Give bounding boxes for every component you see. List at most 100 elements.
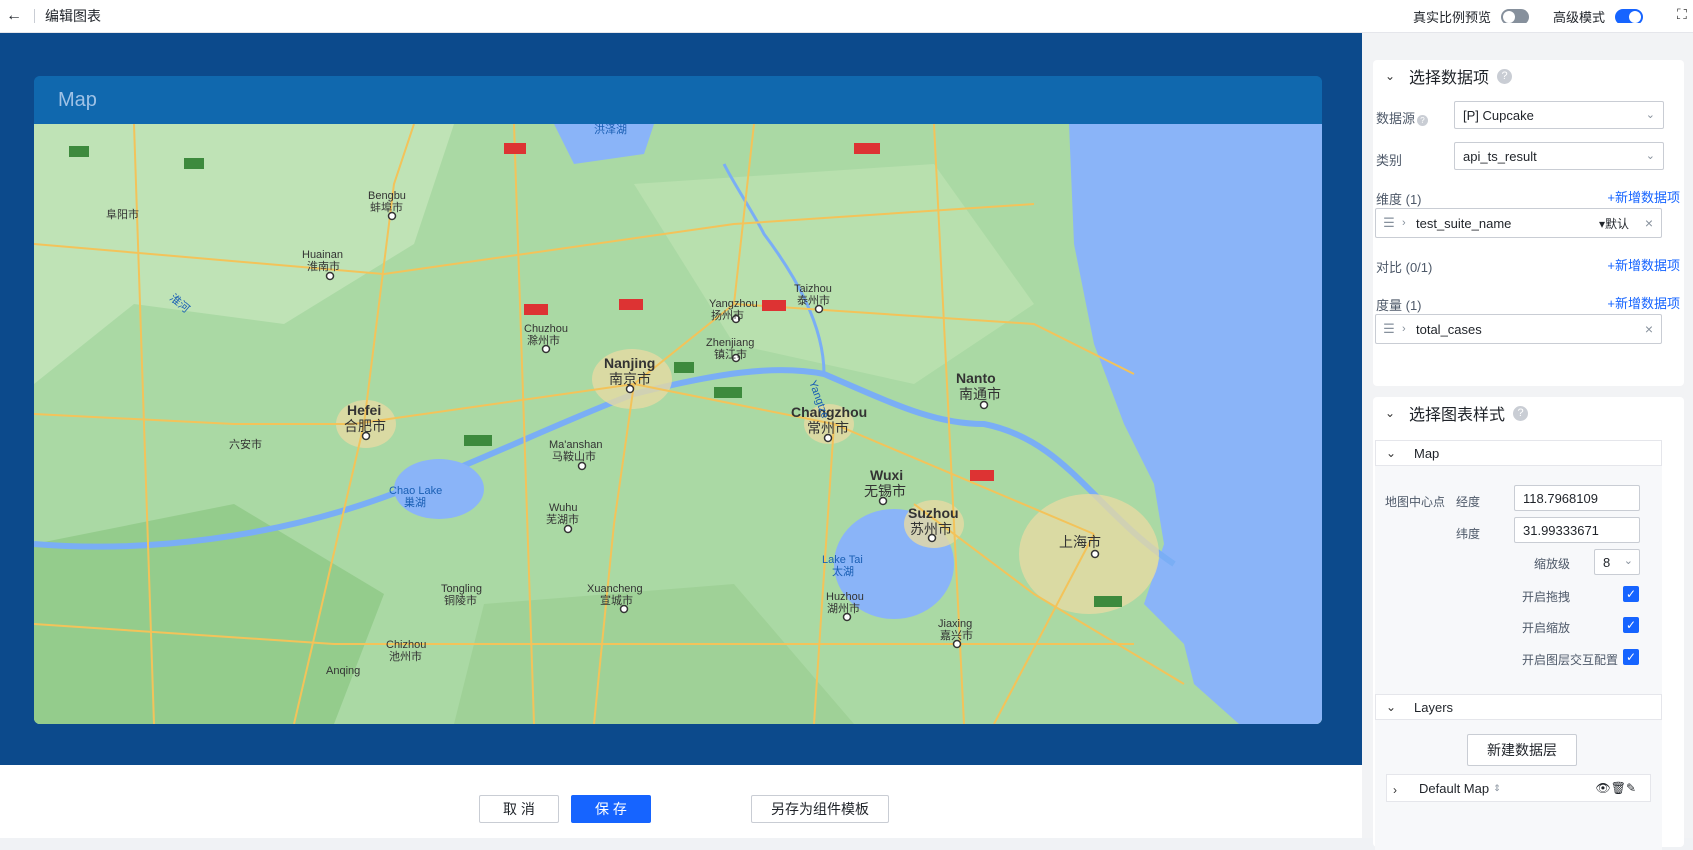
measure-field[interactable]: ☰ › total_cases × — [1375, 314, 1662, 344]
map-label-wuxi: Wuxi — [870, 467, 903, 483]
save-button[interactable]: 保 存 — [571, 795, 651, 823]
map-label-chuzhou: Chuzhou — [524, 323, 568, 335]
style-section: ⌄ 选择图表样式 ? ⌄ Map 地图中心点 经度 118.7968109 纬度… — [1373, 397, 1684, 850]
map-label-lake-tai: Lake Tai — [822, 554, 863, 566]
map-label-bengbu-cn: 蚌埠市 — [370, 200, 403, 214]
chevron-down-icon: ⌄ — [1645, 109, 1655, 121]
measure-field-name: total_cases — [1416, 321, 1482, 337]
add-measure-link[interactable]: +新增数据项 — [1607, 293, 1680, 312]
map-label-chao-lake: Chao Lake — [389, 485, 442, 497]
dimension-default-label: 默认 — [1604, 216, 1629, 231]
drag-handle-icon[interactable]: ☰ — [1376, 215, 1402, 231]
toggle-knob — [1629, 10, 1641, 23]
data-section-header[interactable]: ⌄ 选择数据项 ? — [1385, 66, 1513, 87]
map-label-xuancheng-cn: 宣城市 — [600, 593, 633, 607]
map-subsection-header[interactable]: ⌄ Map — [1375, 440, 1662, 466]
add-dimension-link[interactable]: +新增数据项 — [1607, 187, 1680, 206]
dimension-field-name: test_suite_name — [1416, 215, 1512, 231]
latitude-input[interactable]: 31.99333671 — [1514, 517, 1640, 543]
panel-top-edge — [1373, 23, 1684, 29]
footer-bar: 取 消 保 存 另存为组件模板 — [0, 765, 1362, 838]
map-label-tongling-cn: 铜陵市 — [444, 593, 477, 607]
map-label-chuzhou-cn: 滁州市 — [527, 333, 560, 347]
datasource-label-text: 数据源 — [1376, 111, 1416, 126]
map-label-hefei-cn: 合肥市 — [344, 418, 386, 434]
map-label-huzhou: Huzhou — [826, 591, 864, 603]
dimension-label: 维度 (1) — [1376, 192, 1422, 207]
chevron-down-icon: ⌄ — [1623, 555, 1633, 567]
map-label-wuhu-cn: 芜湖市 — [546, 512, 579, 526]
map-label-chizhou: Chizhou — [386, 639, 426, 651]
question-icon[interactable]: ? — [1417, 115, 1429, 126]
chevron-right-icon[interactable]: › — [1393, 783, 1403, 797]
map-label-fuyang-cn: 阜阳市 — [106, 207, 139, 221]
chevron-down-icon: ⌄ — [1386, 446, 1397, 460]
toggle-knob — [1502, 10, 1515, 23]
map-label-hongze-lake: 洪泽湖 — [594, 124, 627, 136]
map-label-xuancheng: Xuancheng — [587, 583, 643, 595]
zoom-enable-checkbox[interactable]: ✓ — [1623, 617, 1639, 633]
drag-handle-icon[interactable]: ☰ — [1376, 321, 1402, 337]
zoom-label: 缩放级 — [1534, 557, 1571, 571]
close-icon[interactable]: × — [1645, 215, 1653, 231]
map-label-shanghai-cn: 上海市 — [1059, 534, 1101, 550]
default-layer-name: Default Map — [1419, 780, 1490, 796]
delete-icon[interactable]: 🗑 — [1611, 781, 1626, 795]
compare-label: 对比 (0/1) — [1376, 260, 1433, 275]
measure-label: 度量 (1) — [1376, 298, 1422, 313]
map-label-taizhou-cn: 泰州市 — [797, 293, 830, 307]
cancel-button[interactable]: 取 消 — [479, 795, 559, 823]
layer-action-icons: 👁🗑✎ — [1595, 781, 1636, 795]
drag-enable-label: 开启拖拽 — [1522, 590, 1571, 604]
chart-canvas: Map Nanjing 南京市 Hefei 合肥市 Changzhou 常州市 … — [0, 33, 1362, 765]
category-select[interactable]: api_ts_result ⌄ — [1454, 142, 1664, 170]
map-label-huzhou-cn: 湖州市 — [827, 601, 860, 615]
dimension-sort-dropdown[interactable]: ▾默认 — [1599, 215, 1629, 232]
question-icon[interactable]: ? — [1513, 405, 1529, 421]
map-label-nanjing: Nanjing — [604, 355, 655, 371]
question-icon[interactable]: ? — [1497, 68, 1513, 84]
chart-card: Map Nanjing 南京市 Hefei 合肥市 Changzhou 常州市 … — [34, 76, 1322, 724]
map-center-label: 地图中心点 — [1385, 495, 1446, 509]
default-layer-row[interactable]: › Default Map ⇕ 👁🗑✎ — [1386, 774, 1651, 802]
map-label-tongling: Tongling — [441, 583, 482, 595]
datasource-value: [P] Cupcake — [1463, 107, 1534, 123]
zoom-enable-label: 开启缩放 — [1522, 621, 1571, 635]
map-label-maanshan: Ma'anshan — [549, 439, 602, 451]
map-view[interactable]: Nanjing 南京市 Hefei 合肥市 Changzhou 常州市 Wuxi… — [34, 124, 1322, 724]
drag-enable-checkbox[interactable]: ✓ — [1623, 586, 1639, 602]
datasource-label: 数据源? — [1376, 108, 1429, 127]
add-compare-link[interactable]: +新增数据项 — [1607, 255, 1680, 274]
back-arrow-icon[interactable]: ← — [0, 7, 28, 25]
map-label-huainan: Huainan — [302, 249, 343, 261]
map-label-suzhou: Suzhou — [908, 505, 959, 521]
chevron-right-icon[interactable]: › — [1402, 323, 1416, 335]
map-label-chao-lake-cn: 巢湖 — [404, 496, 426, 509]
chevron-down-icon: ⌄ — [1385, 69, 1396, 83]
data-section: ⌄ 选择数据项 ? 数据源? [P] Cupcake ⌄ 类别 api_ts_r… — [1373, 60, 1684, 386]
map-label-suzhou-cn: 苏州市 — [910, 521, 952, 537]
sort-icon[interactable]: ⇕ — [1493, 783, 1501, 794]
layer-interact-checkbox[interactable]: ✓ — [1623, 649, 1639, 665]
zoom-select[interactable]: 8 ⌄ — [1594, 549, 1640, 575]
chevron-down-icon: ⌄ — [1645, 150, 1655, 162]
chevron-right-icon[interactable]: › — [1402, 217, 1416, 229]
map-label-jiaxing-cn: 嘉兴市 — [940, 628, 973, 642]
datasource-select[interactable]: [P] Cupcake ⌄ — [1454, 101, 1664, 129]
layer-interact-label: 开启图层交互配置 — [1522, 653, 1619, 667]
save-as-template-button[interactable]: 另存为组件模板 — [751, 795, 889, 823]
map-label-maanshan-cn: 马鞍山市 — [552, 449, 596, 463]
longitude-input[interactable]: 118.7968109 — [1514, 485, 1640, 511]
close-icon[interactable]: × — [1645, 321, 1653, 337]
layers-subsection-header[interactable]: ⌄ Layers — [1375, 694, 1662, 720]
chevron-down-icon: ⌄ — [1386, 700, 1397, 714]
dimension-field[interactable]: ☰ › test_suite_name ▾默认 × — [1375, 208, 1662, 238]
new-layer-button[interactable]: 新建数据层 — [1467, 734, 1577, 766]
eye-icon[interactable]: 👁 — [1595, 781, 1610, 795]
map-label-yangzhou-cn: 扬州市 — [711, 308, 744, 322]
edit-icon[interactable]: ✎ — [1626, 781, 1636, 795]
style-section-header[interactable]: ⌄ 选择图表样式 ? — [1385, 403, 1529, 424]
map-label-changzhou-cn: 常州市 — [807, 420, 849, 436]
map-svg[interactable]: Nanjing 南京市 Hefei 合肥市 Changzhou 常州市 Wuxi… — [34, 124, 1322, 724]
map-label-zhenjiang-cn: 镇江市 — [714, 347, 747, 361]
